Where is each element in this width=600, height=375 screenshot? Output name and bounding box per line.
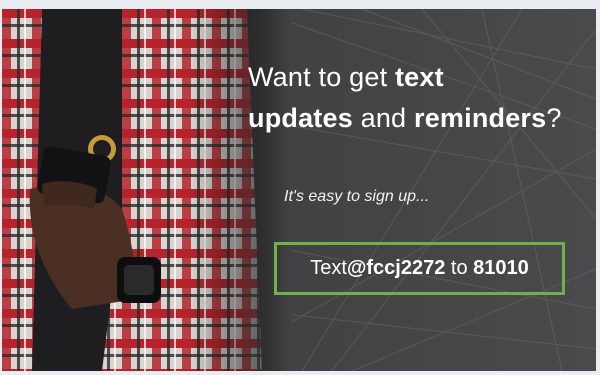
headline-line1-bold: text xyxy=(394,62,444,92)
page-frame: Want to get text updates and reminders? … xyxy=(0,0,600,375)
cta-code: @fccj2272 xyxy=(346,257,446,279)
cta-number: 81010 xyxy=(473,257,529,279)
headline-line2-mid: and xyxy=(352,103,414,133)
text-signup-banner: Want to get text updates and reminders? … xyxy=(2,9,596,371)
headline-line2-bold2: reminders xyxy=(413,103,547,133)
text-to-signup-callout: Text @fccj2272 to 81010 xyxy=(274,242,565,295)
subline: It's easy to sign up... xyxy=(284,188,430,205)
headline: Want to get text updates and reminders? xyxy=(248,57,588,139)
cta-prefix: Text xyxy=(310,257,347,279)
headline-line2-bold1: updates xyxy=(248,103,353,133)
headline-line2-suffix: ? xyxy=(546,103,562,133)
headline-line1-prefix: Want to get xyxy=(248,62,395,92)
headline-line-2: updates and reminders? xyxy=(248,98,588,139)
headline-line-1: Want to get text xyxy=(248,57,588,98)
cta-mid: to xyxy=(445,257,474,279)
